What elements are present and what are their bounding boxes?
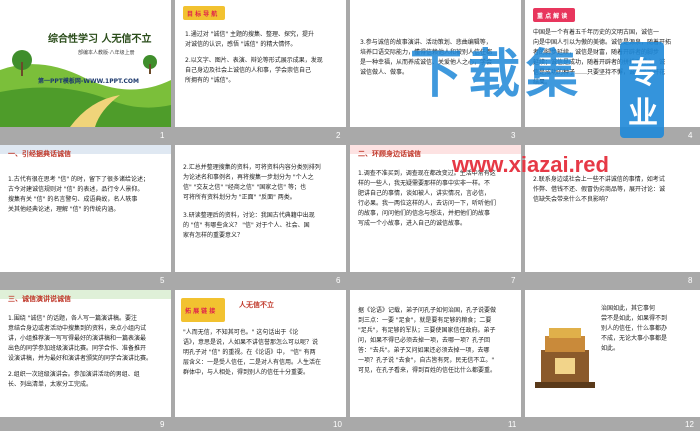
slide-number-7: 7 — [511, 276, 516, 285]
line: 自己身边及社会上诚信的人和事，学会崇信自己 — [185, 67, 312, 74]
slide-grid: 综合性学习 人无信不立 部编本人教版·八年级上册 第一PPT模板网-WWW.1P… — [0, 0, 700, 431]
line: 搜集有关 "信" 的名言警句、成语典故，名人轶事 — [8, 196, 138, 203]
line: 可见，在孔子看来，得到百姓的信任比什么都要重。 — [358, 367, 497, 374]
line: 别人的信任，什么事都办 — [601, 325, 668, 332]
line: 1.古代有很在思考 "信" 的时，留下了很多诸给论述； — [8, 176, 150, 183]
slide-2[interactable]: 目 标 导 航 1.通过对 "诚信" 主题的搜集、整理、探究，提升 对诚信的认识… — [175, 0, 346, 127]
slide-9-body: 1.围绕 "诚信" 的话题，各人写一篇演讲稿。要注 意结合身边或者活动中搜集到的… — [8, 314, 168, 390]
line: 家有怎样的重要意义？ — [183, 232, 244, 239]
line: 如此。 — [601, 345, 620, 352]
slide-9-heading: 三、诚信演讲说诚信 — [8, 295, 71, 303]
line: 明孔子对 "信" 的重视。在《论语》中， "信" 有两 — [183, 349, 316, 356]
line: 所拥有的 "诚信"。 — [185, 77, 235, 84]
slide-number-10: 10 — [333, 420, 342, 429]
line: 对诚信的认识，感悟 "诚信" 的精大情怀。 — [185, 41, 297, 48]
slide-2-badge: 目 标 导 航 — [187, 11, 218, 18]
slide-8-body: 2.联系身边或社会上一些不讲诚信的事情，如考试 作弊、借钱不还、假冒伪劣商品等，… — [533, 175, 698, 205]
line: 1.围绕 "诚信" 的话题，各人写一篇演讲稿。要注 — [8, 315, 138, 322]
slide-12-body: 治国如此，其它事何 尝不是如此，如果得不到 别人的信任，什么事都办 不成，无论大… — [601, 304, 697, 354]
line: 关其他经典论述，理解 "信" 的传统内涵。 — [8, 206, 120, 213]
slide-12-illustration — [535, 328, 595, 388]
line: 行必果。我一两位这样的人，去访问一下，听听他们 — [358, 200, 497, 207]
slide-7-body: 1.调查不准买到，调查现在都改变过。生活中常有这 样的一些人，我无疑需要那样的事… — [358, 169, 518, 229]
slide-12[interactable]: 治国如此，其它事何 尝不是如此，如果得不到 别人的信任，什么事都办 不成，无论大… — [525, 290, 700, 417]
slide-number-11: 11 — [508, 420, 517, 429]
slide-5[interactable]: 一、引经据典话诚信 1.古代有很在思考 "信" 的时，留下了很多诸给论述； 古今… — [0, 145, 171, 272]
line: 作弊、借钱不还、假冒伪劣商品等，展开讨论：诚 — [533, 186, 666, 193]
line: 一项？孔子说 "去食"，自古皆有死，民无信不立。" — [358, 357, 495, 364]
slide-1-subtitle: 部编本人教版·八年级上册 — [78, 50, 135, 56]
slide-10[interactable]: 拓 展 链 接 人无信不立 "人而无信，不知其可也。" 这句话出于《论 语》，意… — [175, 290, 346, 417]
watermark-side-1: 专 — [628, 56, 658, 91]
watermark-domain: www.xiazai.red — [452, 152, 609, 177]
line: 1.通过对 "诚信" 主题的搜集、整理、探究，提升 — [185, 31, 315, 38]
line: 的 "信" 有哪些含义？ "信" 对于个人、社会、国 — [183, 222, 310, 229]
line: 到三点：一要 "足食"，就是要有足够的粮食；二要 — [358, 317, 492, 324]
line: 信缺失会带来什么不良影响？ — [533, 196, 612, 203]
line: 古今对建诚信规则对 "信" 的表述，品行令人景仰。 — [8, 186, 144, 193]
line: 据《论语》记载，弟子问孔子如何治国，孔子说要做 — [358, 307, 497, 314]
line: 肥讲自己的事情，谈如被人，讲实情况，言必信， — [358, 190, 491, 197]
slide-number-6: 6 — [336, 276, 341, 285]
line: 群体中，与人相处，得到别人的信任十分重要。 — [183, 369, 310, 376]
line: 问，如果不得已必须去掉一项，去哪一项？孔子回 — [358, 337, 491, 344]
slide-number-1: 1 — [160, 131, 165, 140]
slide-11-body: 据《论语》记载，弟子问孔子如何治国，孔子说要做 到三点：一要 "足食"，就是要有… — [358, 306, 518, 376]
slide-10-badge: 拓 展 链 接 — [185, 308, 216, 315]
line: 出色的同学参加班级演讲比赛。同学合作、准备推开 — [8, 345, 147, 352]
slide-5-body: 1.古代有很在思考 "信" 的时，留下了很多诸给论述； 古今对建诚信规则对 "信… — [8, 175, 168, 215]
line — [183, 203, 343, 211]
slide-number-12: 12 — [685, 420, 694, 429]
line: 讲，小组推荐演一写写得最好的演讲稿和一篇表演最 — [8, 335, 147, 342]
line: 样的一些人，我无疑需要那样的事中实非一样。不 — [358, 180, 491, 187]
line: 3.研读整理后的资料，讨论：我国古代典籍中出现 — [183, 212, 315, 219]
slide-number-2: 2 — [336, 131, 341, 140]
slide-9[interactable]: 三、诚信演讲说诚信 1.围绕 "诚信" 的话题，各人写一篇演讲稿。要注 意结合身… — [0, 290, 171, 417]
line: 为论述名和事例名，再将搜集一步划分为 "个人之 — [183, 174, 314, 181]
line: 设演讲稿，并为最好和演讲者颁奖的同学合演讲比赛。 — [8, 355, 153, 362]
line: 2.汇总并整理搜集的资料，可将资料内容分类别排列 — [183, 164, 321, 171]
slide-6[interactable]: 2.汇总并整理搜集的资料，可将资料内容分类别排列 为论述名和事例名，再将搜集一步… — [175, 145, 346, 272]
line: 意结合身边或者活动中搜集到的资料，来点小组内试 — [8, 325, 147, 332]
line: 语》，意思是说，人如果不讲信誉那怎么可以呢？说 — [183, 339, 319, 346]
line: "足兵"，有足够的军队；三要使国家信任政府。弟子 — [358, 327, 496, 334]
line: 层含义：一是受人信任，二是对人有信用。人生活在 — [183, 359, 322, 366]
slide-number-9: 9 — [160, 420, 165, 429]
slide-number-3: 3 — [511, 131, 516, 140]
slide-10-body: "人而无信，不知其可也。" 这句话出于《论 语》，意思是说，人如果不讲信誉那怎么… — [183, 328, 343, 378]
watermark-side-2: 业 — [628, 96, 658, 131]
slide-number-4: 4 — [688, 131, 693, 140]
slide-1-footer: 第一PPT模板网-WWW.1PPT.COM — [38, 78, 139, 85]
slide-1[interactable]: 综合性学习 人无信不立 部编本人教版·八年级上册 第一PPT模板网-WWW.1P… — [0, 0, 171, 127]
line: 答："去兵"。弟子又问如果还必须去掉一项，去哪 — [358, 347, 490, 354]
watermark-brand: 下载集 — [410, 45, 585, 105]
line: 信" "交友之信" "经商之信" "国家之信" 等；也 — [183, 184, 306, 191]
line: 尝不是如此，如果得不到 — [601, 315, 668, 322]
slide-2-body: 1.通过对 "诚信" 主题的搜集、整理、探究，提升 对诚信的认识，感悟 "诚信"… — [185, 30, 340, 86]
line: 的故事，问问他们的信念与想法，并把他们的故事 — [358, 210, 491, 217]
slide-11[interactable]: 据《论语》记载，弟子问孔子如何治国，孔子说要做 到三点：一要 "足食"，就是要有… — [350, 290, 521, 417]
line: 2.以文字、图片、表演、辩论等形式展示成果，发现 — [185, 57, 323, 64]
line: "人而无信，不知其可也。" 这句话出于《论 — [183, 329, 299, 336]
slide-7-heading: 二、环顾身边话诚信 — [358, 150, 421, 158]
slide-1-title: 综合性学习 人无信不立 — [48, 34, 152, 45]
line: 2.组织一次班级演讲会。参加演讲活动的男组、组 — [8, 371, 140, 378]
slide-number-5: 5 — [160, 276, 165, 285]
slide-10-title: 人无信不立 — [239, 301, 274, 309]
slide-1-background — [0, 0, 171, 127]
line: 写成一个小故事，进入自己的诚信故事。 — [358, 220, 467, 227]
line: 不成，无论大事小事都是 — [601, 335, 668, 342]
slide-number-8: 8 — [688, 276, 693, 285]
line: 长、列出清单，太家分工完成。 — [8, 381, 93, 388]
slide-5-heading: 一、引经据典话诚信 — [8, 150, 71, 158]
line: 可将所有资料划分为 "正面" "反面" 两类。 — [183, 194, 296, 201]
slide-6-body: 2.汇总并整理搜集的资料，可将资料内容分类别排列 为论述名和事例名，再将搜集一步… — [183, 163, 343, 241]
line: 治国如此，其它事何 — [601, 305, 656, 312]
slide-4-badge: 重 点 解 读 — [537, 13, 568, 20]
